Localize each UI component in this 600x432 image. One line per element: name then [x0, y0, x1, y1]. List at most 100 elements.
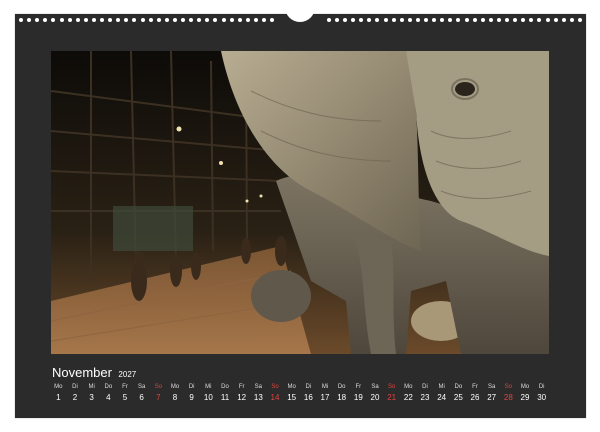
- weekday-label: Mo: [170, 384, 180, 390]
- day-column: Mo 8: [167, 382, 183, 404]
- binding-hole: [59, 18, 64, 22]
- day-number: 15: [287, 393, 297, 402]
- binding-hole: [148, 18, 153, 22]
- weekday-label: Sa: [137, 384, 146, 390]
- weekday-label: Mi: [205, 384, 212, 390]
- binding-hole: [197, 18, 202, 22]
- binding-hole: [43, 18, 48, 22]
- weekday-label: Mi: [438, 384, 445, 390]
- binding-hole: [124, 18, 129, 22]
- binding-hole: [116, 18, 121, 22]
- day-number: 11: [220, 393, 230, 402]
- day-number: 23: [420, 393, 430, 402]
- binding-hole: [577, 18, 582, 22]
- binding-hole: [424, 18, 428, 22]
- day-column: Fr 19: [350, 382, 366, 404]
- binding-hole: [181, 18, 185, 22]
- weekday-label: Fr: [122, 384, 128, 390]
- binding-hole: [326, 18, 331, 22]
- weekday-label: Fr: [238, 384, 245, 390]
- binding-hole: [108, 18, 113, 22]
- day-number: 17: [320, 393, 330, 402]
- day-number: 25: [453, 393, 463, 402]
- binding-hole: [521, 18, 526, 22]
- day-column: Do 18: [334, 382, 350, 404]
- binding-hole: [91, 18, 96, 22]
- day-number: 19: [353, 393, 363, 402]
- weekday-label: Do: [454, 384, 463, 390]
- day-column: Mi 10: [200, 382, 216, 404]
- day-column: Mo 29: [517, 382, 533, 404]
- binding-hole: [415, 18, 420, 22]
- day-number: 21: [387, 393, 397, 402]
- day-number: 26: [470, 393, 480, 402]
- binding-hole: [383, 18, 388, 22]
- binding-hole: [156, 18, 161, 22]
- binding-hole: [488, 18, 493, 22]
- day-number: 2: [72, 393, 78, 402]
- binding-hole: [553, 18, 558, 22]
- binding-hole: [245, 18, 250, 22]
- day-number: 30: [537, 393, 547, 402]
- weekday-label: So: [154, 384, 162, 390]
- day-column: Sa 13: [250, 382, 266, 404]
- day-column: Mi 3: [84, 382, 100, 404]
- calendar-page: November 2027 Mo 1 Di 2 Mi 3 Do 4 Fr 5 Sa 6 So 7 Mo 8 Di…: [0, 0, 600, 432]
- binding-hole: [432, 18, 437, 22]
- day-number: 16: [303, 393, 313, 402]
- weekday-label: Di: [188, 384, 195, 390]
- day-column: So 7: [150, 382, 166, 404]
- binding-hole: [237, 18, 242, 22]
- day-number: 6: [139, 393, 144, 402]
- weekday-label: So: [387, 384, 396, 390]
- weekday-label: Do: [221, 384, 229, 390]
- day-column: Mi 17: [317, 382, 333, 404]
- binding-hole: [480, 18, 485, 22]
- day-column: Mo 1: [50, 382, 66, 404]
- binding-hole: [270, 18, 275, 22]
- binding-hole: [440, 18, 445, 22]
- binding-hole: [189, 18, 194, 22]
- day-column: Fr 12: [234, 382, 250, 404]
- weekday-label: Sa: [371, 384, 379, 390]
- weekday-label: Mo: [54, 384, 63, 390]
- calendar-sheet: November 2027 Mo 1 Di 2 Mi 3 Do 4 Fr 5 Sa 6 So 7 Mo 8 Di…: [15, 7, 586, 418]
- weekday-label: Do: [104, 384, 113, 390]
- binding-hole: [83, 18, 88, 22]
- binding-hole: [262, 18, 266, 22]
- day-strip: Mo 1 Di 2 Mi 3 Do 4 Fr 5 Sa 6 So 7 Mo 8 Di 9 Mi 10 Do 11 Fr 12 S…: [50, 382, 550, 414]
- day-column: Fr 26: [467, 382, 483, 404]
- binding-hole: [213, 18, 218, 22]
- binding-hole: [19, 18, 23, 22]
- day-number: 28: [503, 393, 513, 402]
- day-number: 3: [89, 393, 94, 402]
- binding-hole: [35, 18, 40, 22]
- day-column: Mo 22: [400, 382, 416, 404]
- day-column: Di 30: [534, 382, 550, 404]
- day-column: Sa 6: [134, 382, 150, 404]
- binding-hole: [545, 18, 550, 22]
- binding-hole: [399, 18, 404, 22]
- binding-hole: [132, 18, 137, 22]
- binding-hole: [343, 18, 347, 22]
- weekday-label: Mo: [287, 384, 296, 390]
- binding-hole: [27, 18, 32, 22]
- day-number: 1: [56, 393, 61, 402]
- weekday-label: Mi: [88, 384, 95, 390]
- day-number: 5: [122, 393, 128, 402]
- day-column: Do 4: [100, 382, 116, 404]
- weekday-label: Fr: [355, 384, 362, 390]
- binding-hole: [505, 18, 509, 22]
- day-number: 24: [437, 393, 447, 402]
- binding-hole: [164, 18, 169, 22]
- day-column: Mo 15: [284, 382, 300, 404]
- day-column: Di 16: [300, 382, 316, 404]
- day-column: So 14: [267, 382, 283, 404]
- binding-hole: [334, 18, 339, 22]
- binding-hole: [75, 18, 80, 22]
- weekday-label: Di: [422, 384, 428, 390]
- day-number: 27: [487, 393, 497, 402]
- day-number: 12: [237, 393, 247, 402]
- day-column: Di 23: [417, 382, 433, 404]
- photo-illustration: [51, 51, 549, 354]
